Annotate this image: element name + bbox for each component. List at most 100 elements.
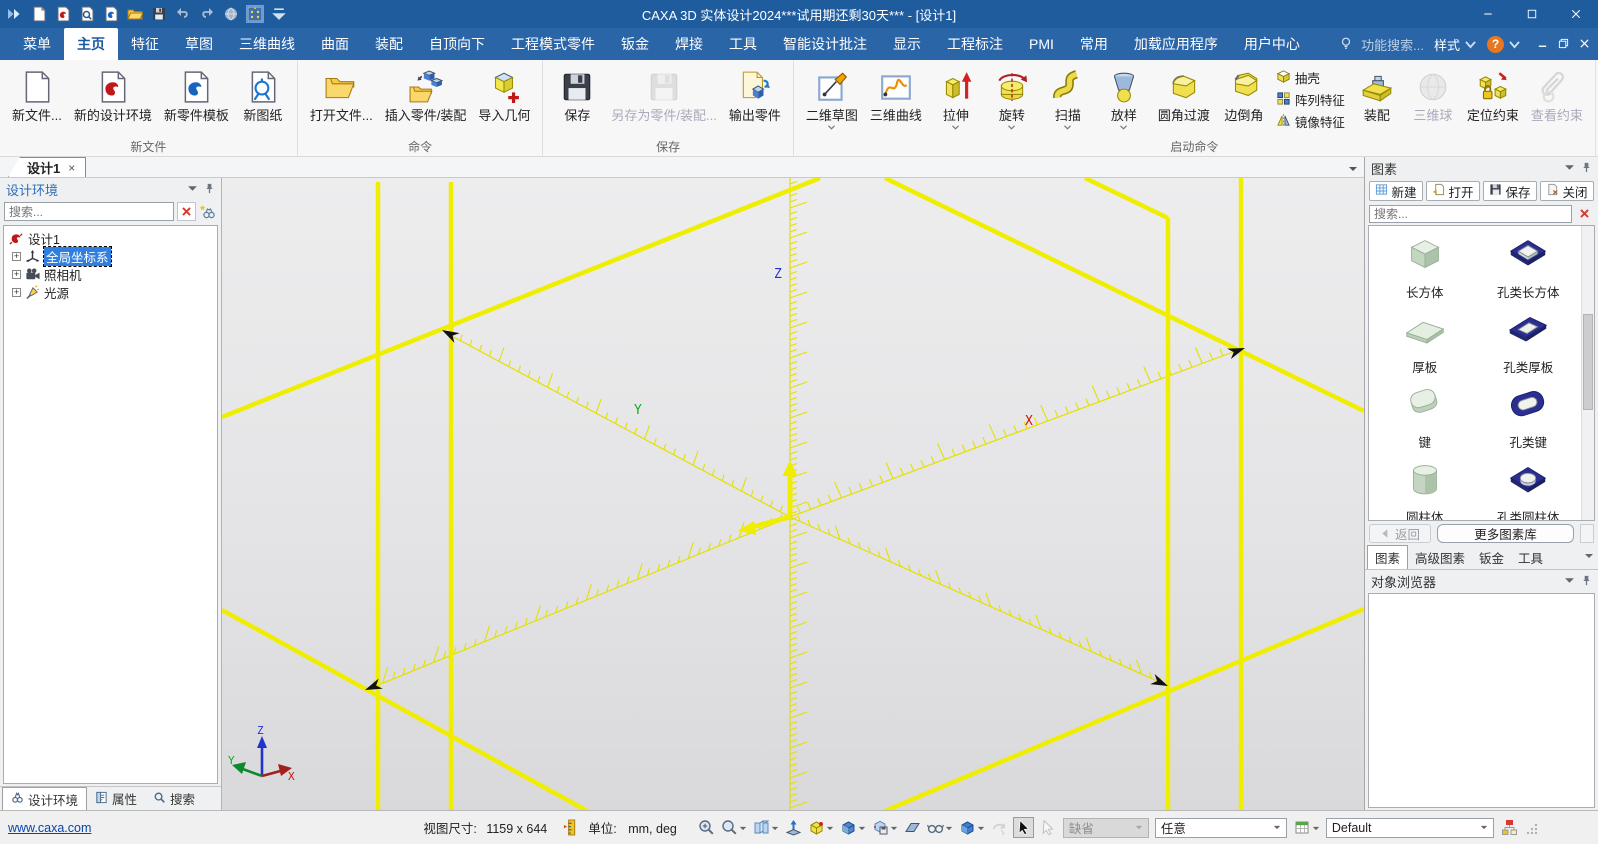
ribbon-button-新的设计环境[interactable]: 新的设计环境 [68, 64, 158, 135]
catalog-search-input[interactable] [1369, 205, 1572, 223]
qa-folder-open-sm[interactable] [126, 5, 144, 23]
view-save-icon[interactable] [871, 818, 899, 837]
ribbon-button-新文件...[interactable]: 新文件... [6, 64, 68, 135]
nav-spacer-button[interactable] [1580, 524, 1594, 543]
document-tab[interactable]: 设计1 × [8, 157, 86, 177]
ribbon-button-打开文件...[interactable]: 打开文件... [304, 64, 379, 135]
clear-search-button[interactable] [177, 202, 196, 221]
qa-caret-tiny[interactable] [270, 5, 288, 23]
ribbon-button-定位约束[interactable]: 定位约束 [1461, 64, 1525, 135]
catalog-tab-工具[interactable]: 工具 [1511, 546, 1550, 569]
ribbon-button-输出零件[interactable]: 输出零件 [723, 64, 787, 135]
gallery-item-键[interactable]: 键 [1373, 382, 1477, 451]
menu-tab-工程模式零件[interactable]: 工程模式零件 [498, 28, 608, 60]
close-button[interactable] [1554, 0, 1598, 28]
qa-network[interactable] [222, 5, 240, 23]
panel-menu-caret-icon[interactable] [187, 182, 198, 197]
doc-close-icon[interactable] [1579, 37, 1590, 52]
display-mode-icon[interactable] [752, 818, 780, 837]
3d-viewport[interactable]: ZYXZYX [222, 178, 1364, 810]
gallery-scrollbar[interactable] [1581, 226, 1594, 520]
panel-tab-搜索[interactable]: 搜索 [145, 787, 203, 810]
tabs-overflow-caret-icon[interactable] [1584, 548, 1594, 563]
gallery-item-孔类键[interactable]: 孔类键 [1477, 382, 1581, 451]
ribbon-button-导入几何[interactable]: 导入几何 [472, 64, 536, 135]
ribbon-button-拉伸[interactable]: 拉伸 [928, 64, 984, 135]
menu-tab-自顶向下[interactable]: 自顶向下 [416, 28, 498, 60]
advanced-find-icon[interactable] [199, 203, 217, 221]
ribbon-button-三维曲线[interactable]: 三维曲线 [864, 64, 928, 135]
view-normal-icon[interactable] [784, 818, 803, 837]
chevron-down-icon[interactable] [739, 821, 747, 835]
more-libraries-button[interactable]: 更多图素库 [1437, 524, 1574, 543]
ribbon-button-阵列特征[interactable]: 阵列特征 [1276, 90, 1345, 109]
menu-tab-钣金[interactable]: 钣金 [608, 28, 662, 60]
clear-search-button[interactable] [1575, 204, 1594, 223]
doc-minimize-icon[interactable] [1537, 37, 1548, 52]
pin-icon[interactable] [204, 182, 215, 197]
menu-tab-曲面[interactable]: 曲面 [308, 28, 362, 60]
gallery-item-厚板[interactable]: 厚板 [1373, 307, 1477, 376]
ruler-icon[interactable] [563, 819, 578, 836]
menu-tab-加载应用程序[interactable]: 加载应用程序 [1121, 28, 1231, 60]
zoom-dropdown-icon[interactable] [720, 818, 748, 837]
object-browser-area[interactable] [1368, 593, 1595, 808]
view-cube-icon[interactable] [958, 818, 986, 837]
menu-tab-智能设计批注[interactable]: 智能设计批注 [770, 28, 880, 60]
qa-undo[interactable] [174, 5, 192, 23]
gallery-item-长方体[interactable]: 长方体 [1373, 232, 1477, 301]
ribbon-button-扫描[interactable]: 扫描 [1040, 64, 1096, 135]
catalog-tab-高级图素[interactable]: 高级图素 [1408, 546, 1472, 569]
ribbon-button-抽壳[interactable]: 抽壳 [1276, 68, 1345, 87]
caxa-website-link[interactable]: www.caxa.com [8, 821, 91, 835]
org-flag-icon[interactable] [1501, 819, 1518, 836]
qa-customize[interactable] [246, 5, 264, 23]
ribbon-button-放样[interactable]: 放样 [1096, 64, 1152, 135]
catalog-button-打开[interactable]: 打开 [1426, 181, 1480, 201]
chevron-down-icon[interactable] [771, 821, 779, 835]
qa-page-blank[interactable] [30, 5, 48, 23]
resize-grip[interactable] [1524, 821, 1538, 835]
select-cursor-icon[interactable] [1013, 817, 1034, 838]
visibility-glasses-icon[interactable] [926, 818, 954, 837]
ribbon-button-插入零件/装配[interactable]: 插入零件/装配 [379, 64, 473, 135]
menu-tab-特征[interactable]: 特征 [118, 28, 172, 60]
panel-menu-caret-icon[interactable] [1564, 161, 1575, 176]
view-iso-yellow-icon[interactable] [807, 818, 835, 837]
qa-page-blue[interactable] [102, 5, 120, 23]
ribbon-button-镜像特征[interactable]: 镜像特征 [1276, 112, 1345, 131]
snap-mode-dropdown[interactable]: 任意 [1155, 818, 1287, 838]
ribbon-button-边倒角[interactable]: 边倒角 [1216, 64, 1272, 135]
menu-tab-工具[interactable]: 工具 [716, 28, 770, 60]
render-style-dropdown[interactable]: Default [1326, 818, 1494, 838]
menu-tab-工程标注[interactable]: 工程标注 [934, 28, 1016, 60]
minimize-button[interactable] [1466, 0, 1510, 28]
chevron-down-icon[interactable] [977, 821, 985, 835]
menu-tab-三维曲线[interactable]: 三维曲线 [226, 28, 308, 60]
document-tab-close-icon[interactable]: × [68, 161, 75, 175]
qa-redo[interactable] [198, 5, 216, 23]
render-table-icon[interactable] [1294, 819, 1320, 836]
panel-tab-设计环境[interactable]: 设计环境 [2, 787, 87, 810]
tree-item-设计1[interactable]: 设计1 [6, 229, 215, 247]
tree-item-全局坐标系[interactable]: +全局坐标系 [6, 247, 215, 265]
catalog-button-关闭[interactable]: 关闭 [1540, 181, 1594, 201]
gallery-item-孔类长方体[interactable]: 孔类长方体 [1477, 232, 1581, 301]
function-search[interactable]: 功能搜索... [1339, 35, 1424, 54]
ribbon-button-圆角过渡[interactable]: 圆角过渡 [1152, 64, 1216, 135]
gallery-item-孔类圆柱体[interactable]: 孔类圆柱体 [1477, 457, 1581, 521]
gallery-item-孔类厚板[interactable]: 孔类厚板 [1477, 307, 1581, 376]
qa-app-logo[interactable] [6, 5, 24, 23]
scrollbar-thumb[interactable] [1583, 314, 1593, 410]
zoom-window-icon[interactable] [697, 818, 716, 837]
ribbon-button-保存[interactable]: 保存 [549, 64, 605, 135]
doc-restore-icon[interactable] [1558, 37, 1569, 52]
pin-icon[interactable] [1581, 574, 1592, 589]
view-face-blue-icon[interactable] [839, 818, 867, 837]
maximize-button[interactable] [1510, 0, 1554, 28]
tree-item-照相机[interactable]: +照相机 [6, 265, 215, 283]
menu-tab-草图[interactable]: 草图 [172, 28, 226, 60]
tree-expander[interactable]: + [12, 252, 21, 261]
gallery-item-圆柱体[interactable]: 圆柱体 [1373, 457, 1477, 521]
menu-tab-装配[interactable]: 装配 [362, 28, 416, 60]
